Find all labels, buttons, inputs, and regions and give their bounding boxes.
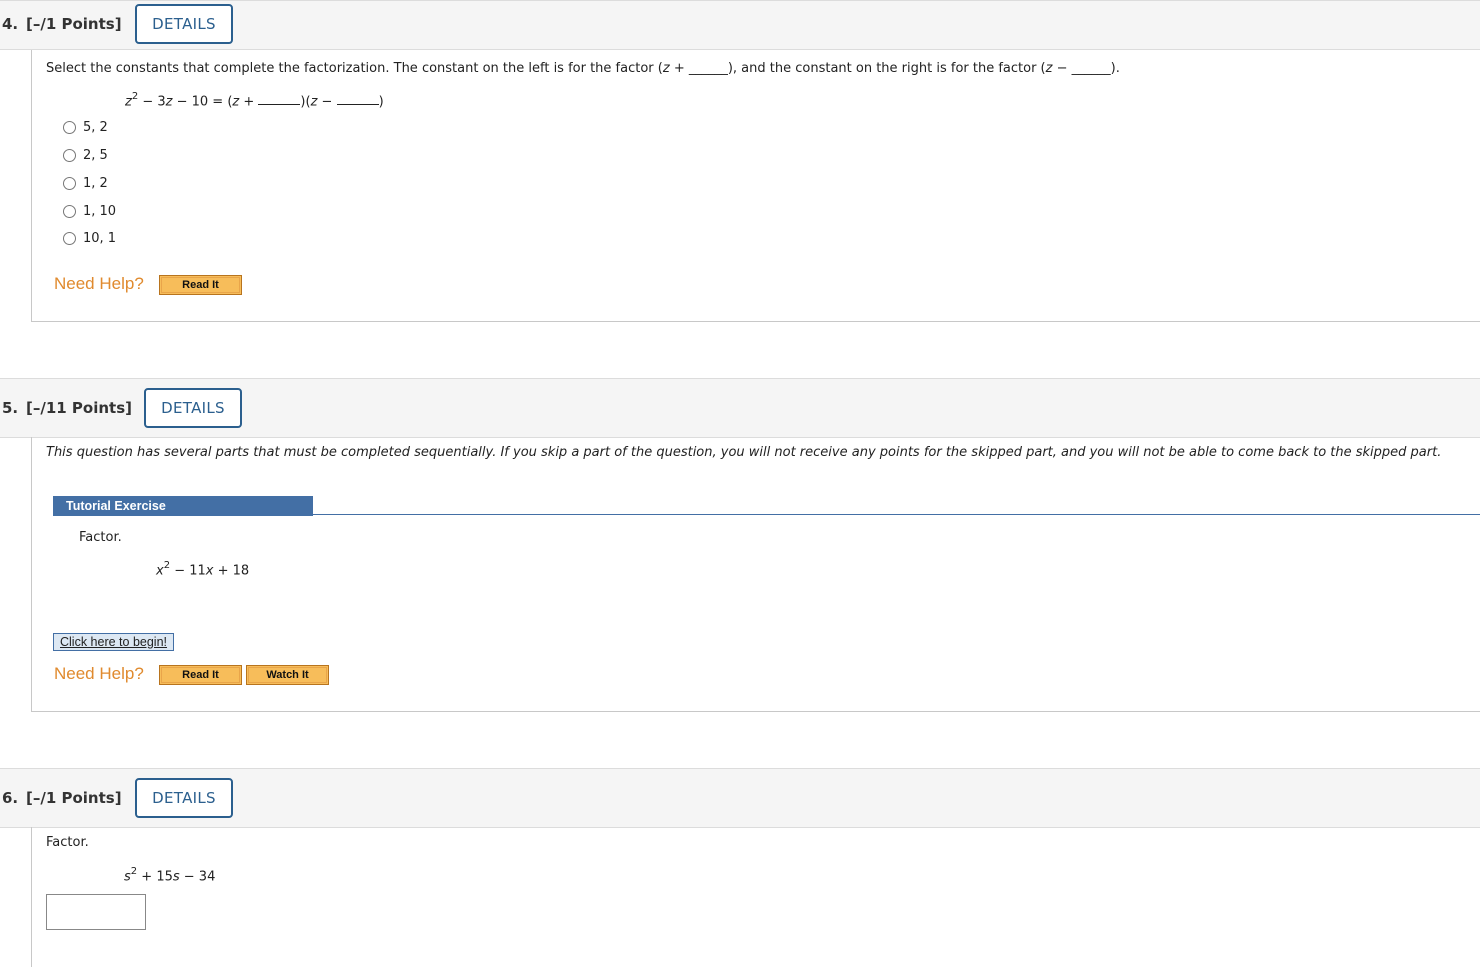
option-2-5[interactable]: 2, 5 — [63, 148, 108, 163]
question-number: 4. — [2, 15, 19, 33]
blank — [258, 93, 301, 106]
read-it-button[interactable]: Read It — [159, 665, 242, 685]
option-5-2[interactable]: 5, 2 — [63, 120, 108, 135]
option-label: 1, 10 — [83, 204, 117, 219]
instruction: Factor. — [79, 530, 122, 545]
question-points: [–/1 Points] — [26, 789, 122, 807]
question-points: [–/11 Points] — [26, 399, 133, 417]
details-button[interactable]: DETAILS — [144, 388, 242, 428]
question-4-body: Select the constants that complete the f… — [31, 50, 1480, 322]
details-button[interactable]: DETAILS — [135, 778, 233, 818]
instruction: Factor. — [46, 835, 89, 850]
click-to-begin-button[interactable]: Click here to begin! — [53, 633, 175, 651]
radio-button[interactable] — [63, 205, 76, 218]
option-label: 2, 5 — [83, 148, 108, 163]
option-label: 10, 1 — [83, 231, 117, 246]
watch-it-button[interactable]: Watch It — [246, 665, 329, 685]
question-prompt: Select the constants that complete the f… — [46, 61, 1120, 76]
sequential-notice: This question has several parts that mus… — [46, 445, 1442, 460]
radio-button[interactable] — [63, 177, 76, 190]
question-6-header: 6. [–/1 Points] DETAILS — [0, 768, 1480, 828]
question-5-body: This question has several parts that mus… — [31, 437, 1480, 712]
equation: s2 + 15s − 34 — [124, 866, 216, 885]
question-4-header: 4. [–/1 Points] DETAILS — [0, 0, 1480, 50]
option-1-10[interactable]: 1, 10 — [63, 204, 116, 219]
option-label: 1, 2 — [83, 176, 108, 191]
question-5-header: 5. [–/11 Points] DETAILS — [0, 378, 1480, 438]
question-number: 5. — [2, 399, 19, 417]
radio-button[interactable] — [63, 149, 76, 162]
equation: x2 − 11x + 18 — [156, 560, 250, 579]
radio-button[interactable] — [63, 121, 76, 134]
equation: z2 − 3z − 10 = (z + )(z − ) — [125, 91, 384, 110]
question-6-body: Factor. s2 + 15s − 34 — [31, 827, 1480, 967]
answer-input[interactable] — [46, 894, 146, 930]
option-label: 5, 2 — [83, 120, 108, 135]
radio-button[interactable] — [63, 232, 76, 245]
read-it-button[interactable]: Read It — [159, 275, 242, 295]
need-help-label: Need Help? — [54, 274, 144, 293]
details-button[interactable]: DETAILS — [135, 4, 233, 44]
blank — [336, 93, 379, 106]
option-1-2[interactable]: 1, 2 — [63, 176, 108, 191]
question-number: 6. — [2, 789, 19, 807]
need-help-label: Need Help? — [54, 664, 144, 683]
tutorial-divider — [313, 514, 1480, 515]
question-points: [–/1 Points] — [26, 15, 122, 33]
option-10-1[interactable]: 10, 1 — [63, 231, 116, 246]
tutorial-exercise-header: Tutorial Exercise — [53, 496, 313, 516]
